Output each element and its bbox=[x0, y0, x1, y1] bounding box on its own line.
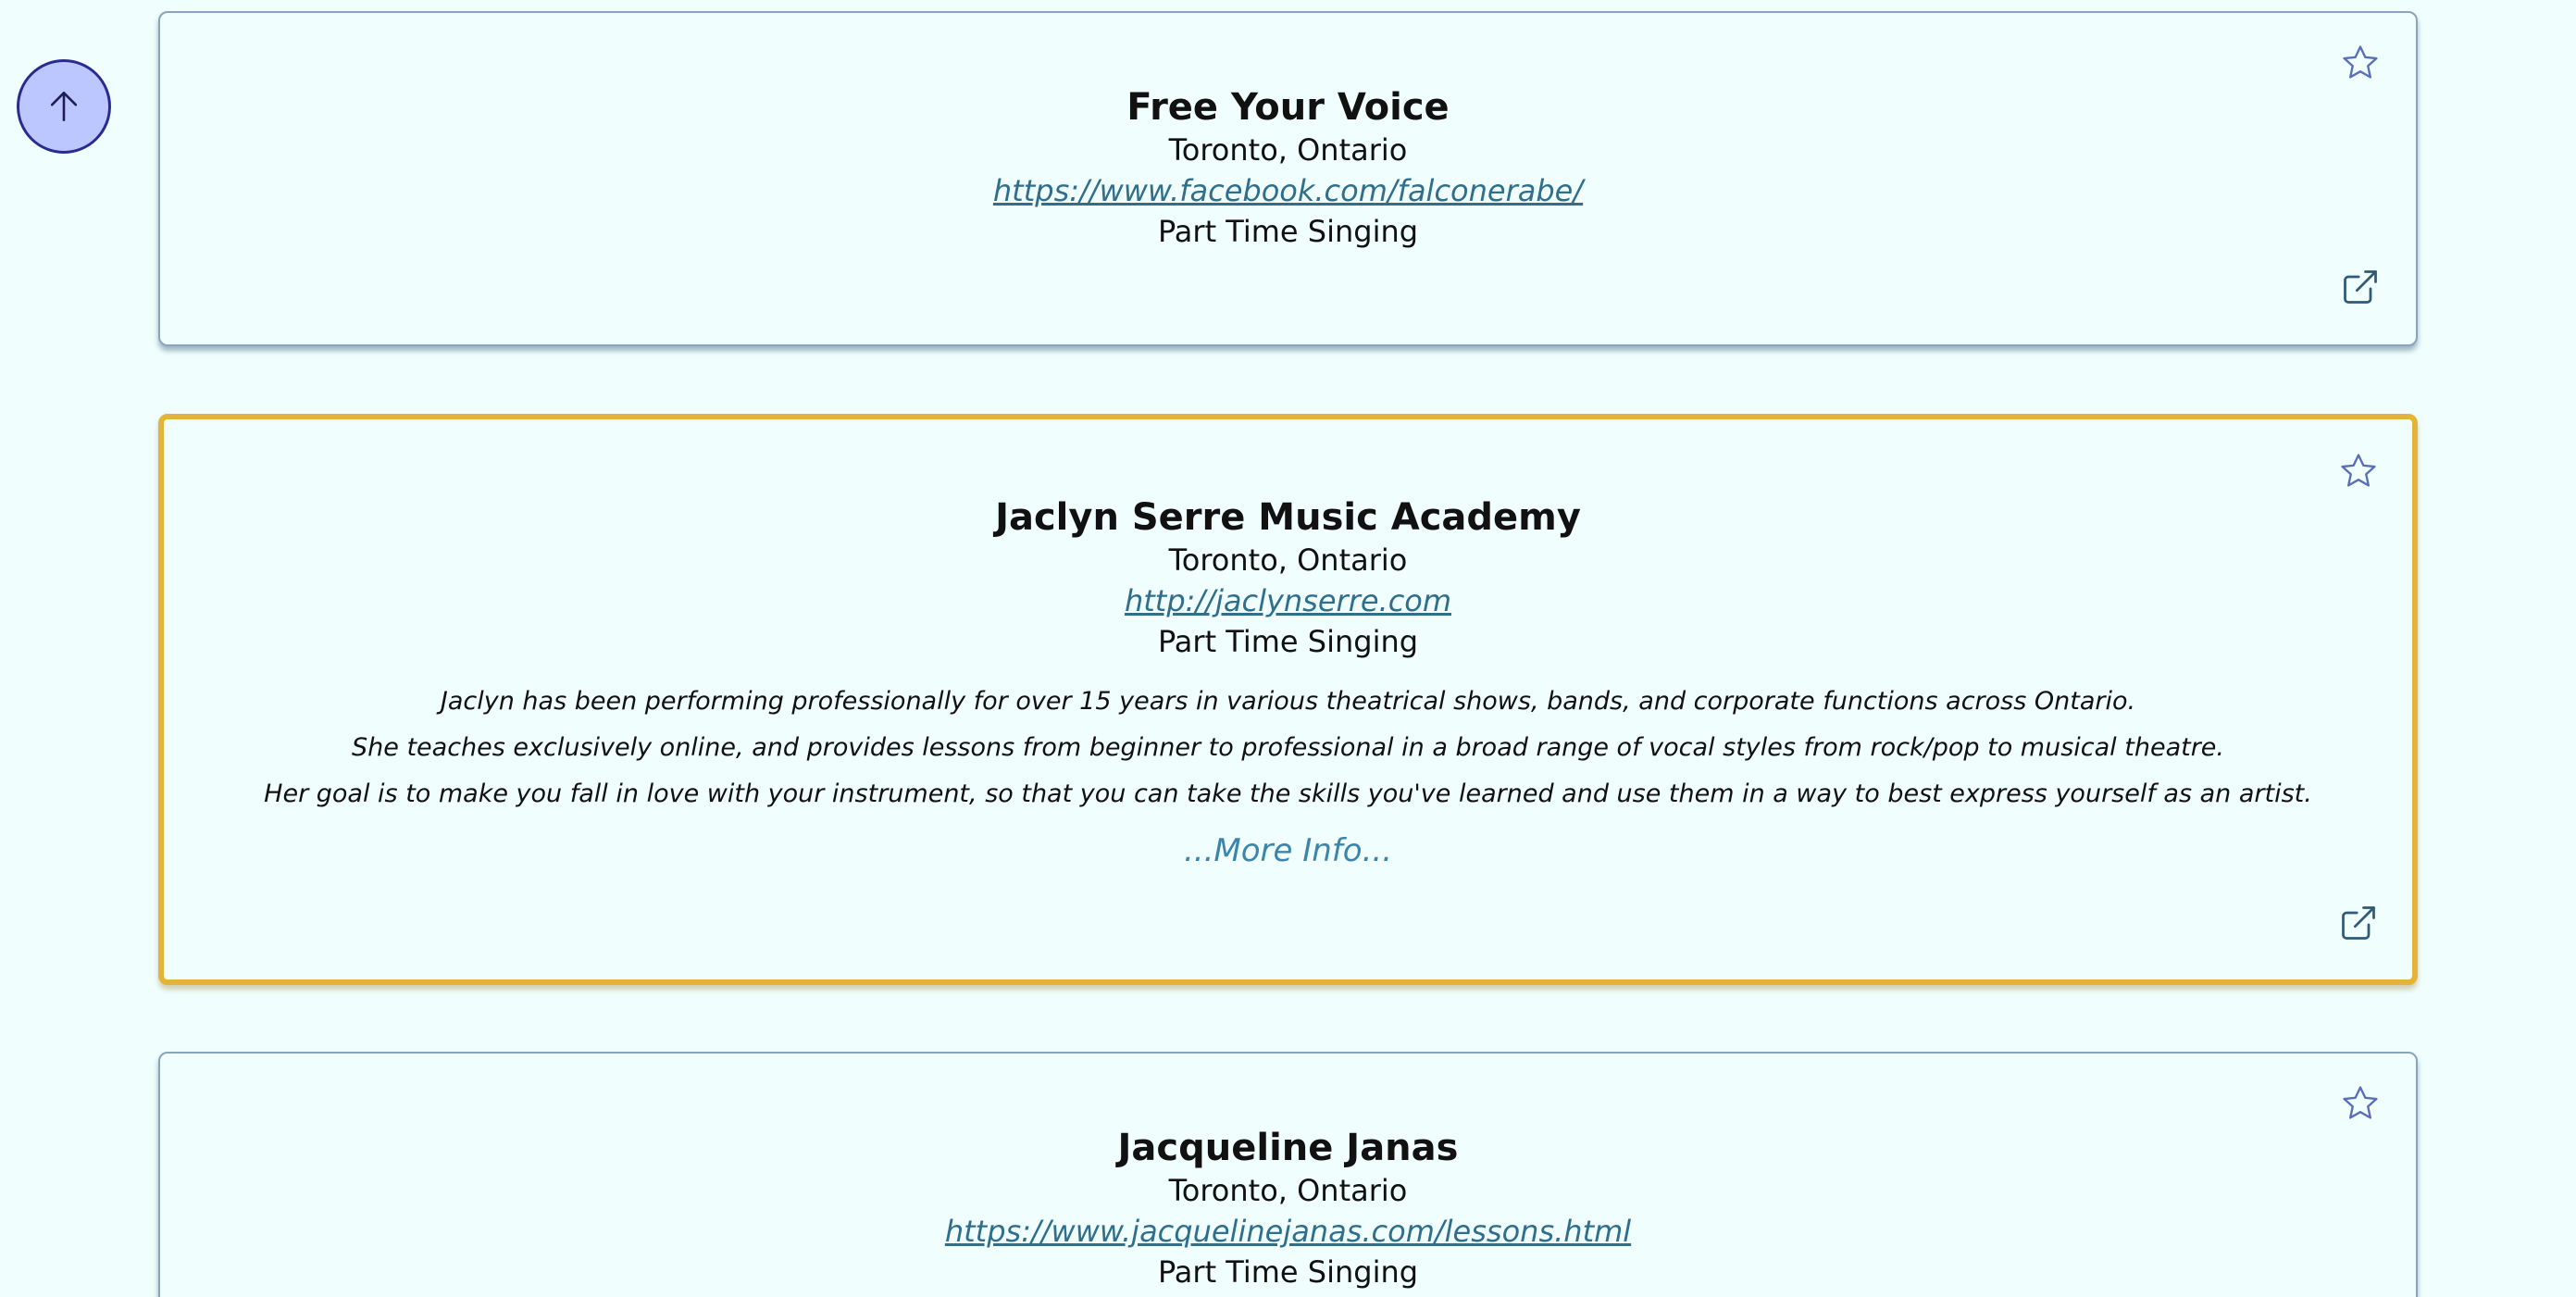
listing-card-featured: Jaclyn Serre Music Academy Toronto, Onta… bbox=[158, 414, 2418, 985]
open-listing-button[interactable] bbox=[2338, 903, 2379, 943]
favorite-button[interactable] bbox=[2338, 451, 2379, 492]
listing-website-link[interactable]: https://www.jacquelinejanas.com/lessons.… bbox=[945, 1211, 1631, 1252]
listing-card: Free Your Voice Toronto, Ontario https:/… bbox=[158, 11, 2418, 346]
listing-location: Toronto, Ontario bbox=[1168, 132, 1408, 168]
star-outline-icon bbox=[2343, 45, 2378, 79]
listing-website-link[interactable]: https://www.facebook.com/falconerabe/ bbox=[993, 170, 1583, 211]
star-outline-icon bbox=[2341, 454, 2376, 487]
listing-type: Part Time Singing bbox=[1157, 1254, 1419, 1290]
description-line: Jaclyn has been performing professionall… bbox=[440, 687, 2136, 716]
description-line: She teaches exclusively online, and prov… bbox=[352, 733, 2224, 762]
favorite-button[interactable] bbox=[2340, 43, 2381, 83]
listing-location: Toronto, Ontario bbox=[1168, 542, 1408, 578]
external-link-icon bbox=[2344, 270, 2377, 304]
description-line: Her goal is to make you fall in love wit… bbox=[264, 779, 2312, 808]
listing-location: Toronto, Ontario bbox=[1168, 1173, 1408, 1208]
star-outline-icon bbox=[2343, 1086, 2378, 1119]
open-listing-button[interactable] bbox=[2340, 267, 2381, 307]
external-link-icon bbox=[2342, 906, 2375, 940]
scroll-to-top-button[interactable] bbox=[17, 59, 111, 154]
listing-title: Jaclyn Serre Music Academy bbox=[995, 496, 1581, 539]
arrow-up-icon bbox=[50, 92, 78, 121]
more-info-link[interactable]: ...More Info... bbox=[1184, 832, 1392, 869]
favorite-button[interactable] bbox=[2340, 1083, 2381, 1124]
listing-type: Part Time Singing bbox=[1157, 214, 1419, 249]
listing-title: Free Your Voice bbox=[1126, 86, 1450, 129]
listing-type: Part Time Singing bbox=[1157, 624, 1419, 659]
listing-description: Jaclyn has been performing professionall… bbox=[164, 679, 2412, 817]
listing-website-link[interactable]: http://jaclynserre.com bbox=[1125, 580, 1451, 621]
listing-card: Jacqueline Janas Toronto, Ontario https:… bbox=[158, 1052, 2418, 1297]
listing-title: Jacqueline Janas bbox=[1117, 1127, 1459, 1169]
page: Free Your Voice Toronto, Ontario https:/… bbox=[0, 0, 2576, 1297]
